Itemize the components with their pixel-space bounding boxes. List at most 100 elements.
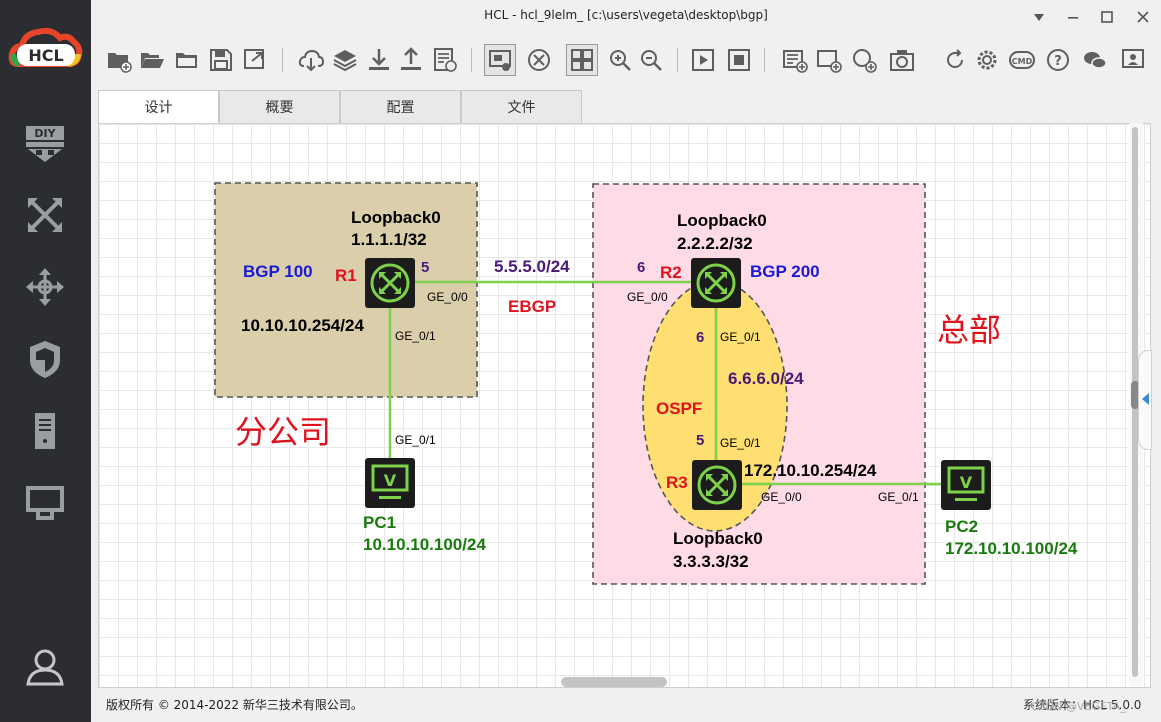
import-button[interactable] <box>363 44 395 76</box>
r3-loopback-ip: 3.3.3.3/32 <box>673 552 749 571</box>
zoom-in-icon <box>610 50 631 71</box>
show-screen-button[interactable] <box>484 44 516 76</box>
r1-port-ge01: GE_0/1 <box>395 329 436 343</box>
hcl-logo: HCL <box>8 24 84 76</box>
add-list-button[interactable] <box>779 44 811 76</box>
save-as-button[interactable] <box>239 44 271 76</box>
hq-label: 总部 <box>937 311 1002 349</box>
save-button[interactable] <box>205 44 237 76</box>
folder-button[interactable] <box>171 44 203 76</box>
r2-port-ge00: GE_0/0 <box>627 290 668 304</box>
wechat-icon <box>1084 52 1107 69</box>
new-project-button[interactable] <box>103 44 135 76</box>
network-r2-r3: 6.6.6.0/24 <box>728 369 804 388</box>
sidebar: HCL DIY <box>0 0 91 722</box>
hcl-app: HCL DIY HCL - hcl_9lelm_ [c:\users\veget… <box>0 0 1161 722</box>
watermark-text: CSDN @VEGETA_ <box>1031 700 1126 713</box>
log-button[interactable] <box>429 44 461 76</box>
r3-lan-ip: 172.10.10.254/24 <box>744 461 877 480</box>
r3-ospf-octet: 5 <box>696 432 705 449</box>
add-rectangle-button[interactable] <box>813 44 845 76</box>
r3-loopback-label: Loopback0 <box>673 529 763 548</box>
pc1-port-ge01: GE_0/1 <box>395 433 436 447</box>
zoom-out-button[interactable] <box>635 44 667 76</box>
r1-loopback-label: Loopback0 <box>351 208 441 227</box>
open-project-button[interactable] <box>136 44 168 76</box>
side-panel-toggle[interactable] <box>1138 350 1152 450</box>
tab-design[interactable]: 设计 <box>98 90 219 124</box>
r3-name: R3 <box>666 473 688 492</box>
pc-pc2[interactable]: V <box>941 460 991 510</box>
pc1-ip: 10.10.10.100/24 <box>363 535 486 554</box>
save-as-icon <box>244 49 264 69</box>
close-icon <box>1137 11 1149 23</box>
switch-icon[interactable] <box>20 264 70 310</box>
cmd-button[interactable]: CMD <box>1006 44 1038 76</box>
maximize-icon <box>1101 11 1113 23</box>
network-button[interactable] <box>523 44 555 76</box>
horizontal-scroll-thumb[interactable] <box>561 677 667 687</box>
r2-ospf-octet: 6 <box>696 329 705 346</box>
maximize-button[interactable] <box>1095 6 1119 28</box>
refresh-icon <box>947 49 963 68</box>
r3-port-ge01: GE_0/1 <box>720 436 761 450</box>
play-icon <box>692 49 714 71</box>
refresh-button[interactable] <box>939 44 971 76</box>
help-button[interactable]: ? <box>1042 44 1074 76</box>
r2-loopback-label: Loopback0 <box>677 211 767 230</box>
svg-text:CMD: CMD <box>1012 57 1033 66</box>
main-area: HCL - hcl_9lelm_ [c:\users\vegeta\deskto… <box>91 0 1161 722</box>
toolbar-separator <box>471 48 472 72</box>
r1-port-ge00: GE_0/0 <box>427 290 468 304</box>
add-ellipse-button[interactable] <box>848 44 880 76</box>
status-bar: 版权所有 © 2014-2022 新华三技术有限公司。 系统版本：HCL 5.0… <box>91 690 1161 722</box>
cloud-download-icon <box>298 49 324 72</box>
bgp100-label: BGP 100 <box>243 262 313 281</box>
window-title: HCL - hcl_9lelm_ [c:\users\vegeta\deskto… <box>484 8 768 22</box>
minimize-button[interactable] <box>1061 6 1085 28</box>
grid-layout-button[interactable] <box>566 44 598 76</box>
router-r1[interactable] <box>365 258 415 308</box>
r1-lan-ip: 10.10.10.254/24 <box>241 316 364 335</box>
topology-canvas[interactable]: V V Loopback0 1.1.1.1/32 BGP 100 R1 5 GE… <box>98 123 1151 688</box>
layers-button[interactable] <box>329 44 361 76</box>
chevron-left-icon <box>1142 393 1149 405</box>
zoom-in-button[interactable] <box>604 44 636 76</box>
close-button[interactable] <box>1131 6 1155 28</box>
router-r3[interactable] <box>692 460 742 510</box>
cloud-button[interactable] <box>295 44 327 76</box>
pc-pc1[interactable]: V <box>365 458 415 508</box>
logo-text: HCL <box>28 46 63 65</box>
server-icon[interactable] <box>20 408 70 454</box>
pc1-name: PC1 <box>363 513 397 532</box>
r2-port-ge01: GE_0/1 <box>720 330 761 344</box>
stop-icon <box>728 49 750 71</box>
settings-button[interactable] <box>971 44 1003 76</box>
screenshot-button[interactable] <box>886 44 918 76</box>
r1-ebgp-octet: 5 <box>421 259 430 276</box>
monitor-icon[interactable] <box>20 480 70 526</box>
diy-icon[interactable]: DIY <box>20 120 70 166</box>
grid-icon <box>571 49 593 71</box>
firewall-icon[interactable] <box>20 336 70 382</box>
folder-icon <box>176 53 197 68</box>
wechat-button[interactable] <box>1079 44 1111 76</box>
stop-button[interactable] <box>723 44 755 76</box>
svg-text:?: ? <box>1054 54 1062 69</box>
user-icon[interactable] <box>20 644 70 690</box>
router-icon[interactable] <box>20 192 70 238</box>
router-r2[interactable] <box>691 258 741 308</box>
export-button[interactable] <box>395 44 427 76</box>
upload-icon <box>401 47 421 70</box>
feedback-button[interactable] <box>1117 44 1149 76</box>
tab-config[interactable]: 配置 <box>340 90 461 124</box>
tab-overview[interactable]: 概要 <box>219 90 340 124</box>
cmd-icon: CMD <box>1009 51 1035 69</box>
start-button[interactable] <box>687 44 719 76</box>
pc2-name: PC2 <box>945 517 979 536</box>
tab-files[interactable]: 文件 <box>461 90 582 124</box>
dropdown-menu-button[interactable] <box>1027 6 1051 28</box>
document-clock-icon <box>434 48 457 72</box>
ebgp-label: EBGP <box>508 297 557 316</box>
network-globe-icon <box>528 49 550 71</box>
